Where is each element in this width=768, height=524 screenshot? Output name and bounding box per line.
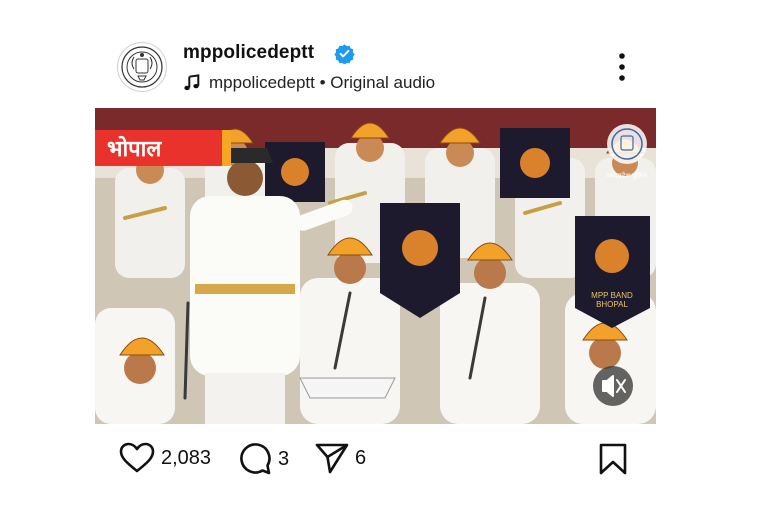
- flag-caption: MPP BAND: [591, 291, 633, 300]
- verified-badge-icon: [334, 44, 355, 64]
- police-emblem-icon: [121, 46, 163, 88]
- more-vertical-icon[interactable]: [610, 50, 634, 84]
- comment-count[interactable]: 3: [278, 448, 289, 471]
- audio-attribution[interactable]: mppolicedeptt • Original audio: [183, 72, 435, 94]
- comment-bubble-icon[interactable]: [238, 442, 272, 476]
- like-action[interactable]: 2,083: [119, 442, 211, 474]
- profile-avatar[interactable]: [117, 42, 167, 92]
- heart-icon[interactable]: [119, 442, 155, 474]
- action-bar: 2,083 3 6: [0, 432, 768, 482]
- bookmark-icon[interactable]: [598, 442, 628, 476]
- paper-plane-icon[interactable]: [315, 442, 349, 474]
- post-video[interactable]: MPP BAND BHOPAL मध्यप्रदेश पुलिस भोपाल: [95, 108, 656, 424]
- comment-action[interactable]: 3: [238, 442, 289, 476]
- post-header: mppolicedeptt mppolicedeptt • Original a…: [0, 0, 768, 105]
- share-action[interactable]: 6: [315, 442, 366, 474]
- watermark-text: मध्यप्रदेश पुलिस: [607, 171, 648, 180]
- like-count[interactable]: 2,083: [161, 447, 211, 470]
- location-banner-accent: [222, 130, 231, 166]
- music-note-icon: [184, 74, 200, 91]
- location-banner: भोपाल: [95, 130, 230, 166]
- flag-caption-2: BHOPAL: [596, 300, 628, 309]
- share-count[interactable]: 6: [355, 447, 366, 470]
- username[interactable]: mppolicedeptt: [183, 42, 314, 64]
- audio-label: mppolicedeptt • Original audio: [209, 73, 436, 92]
- save-action[interactable]: [598, 442, 628, 476]
